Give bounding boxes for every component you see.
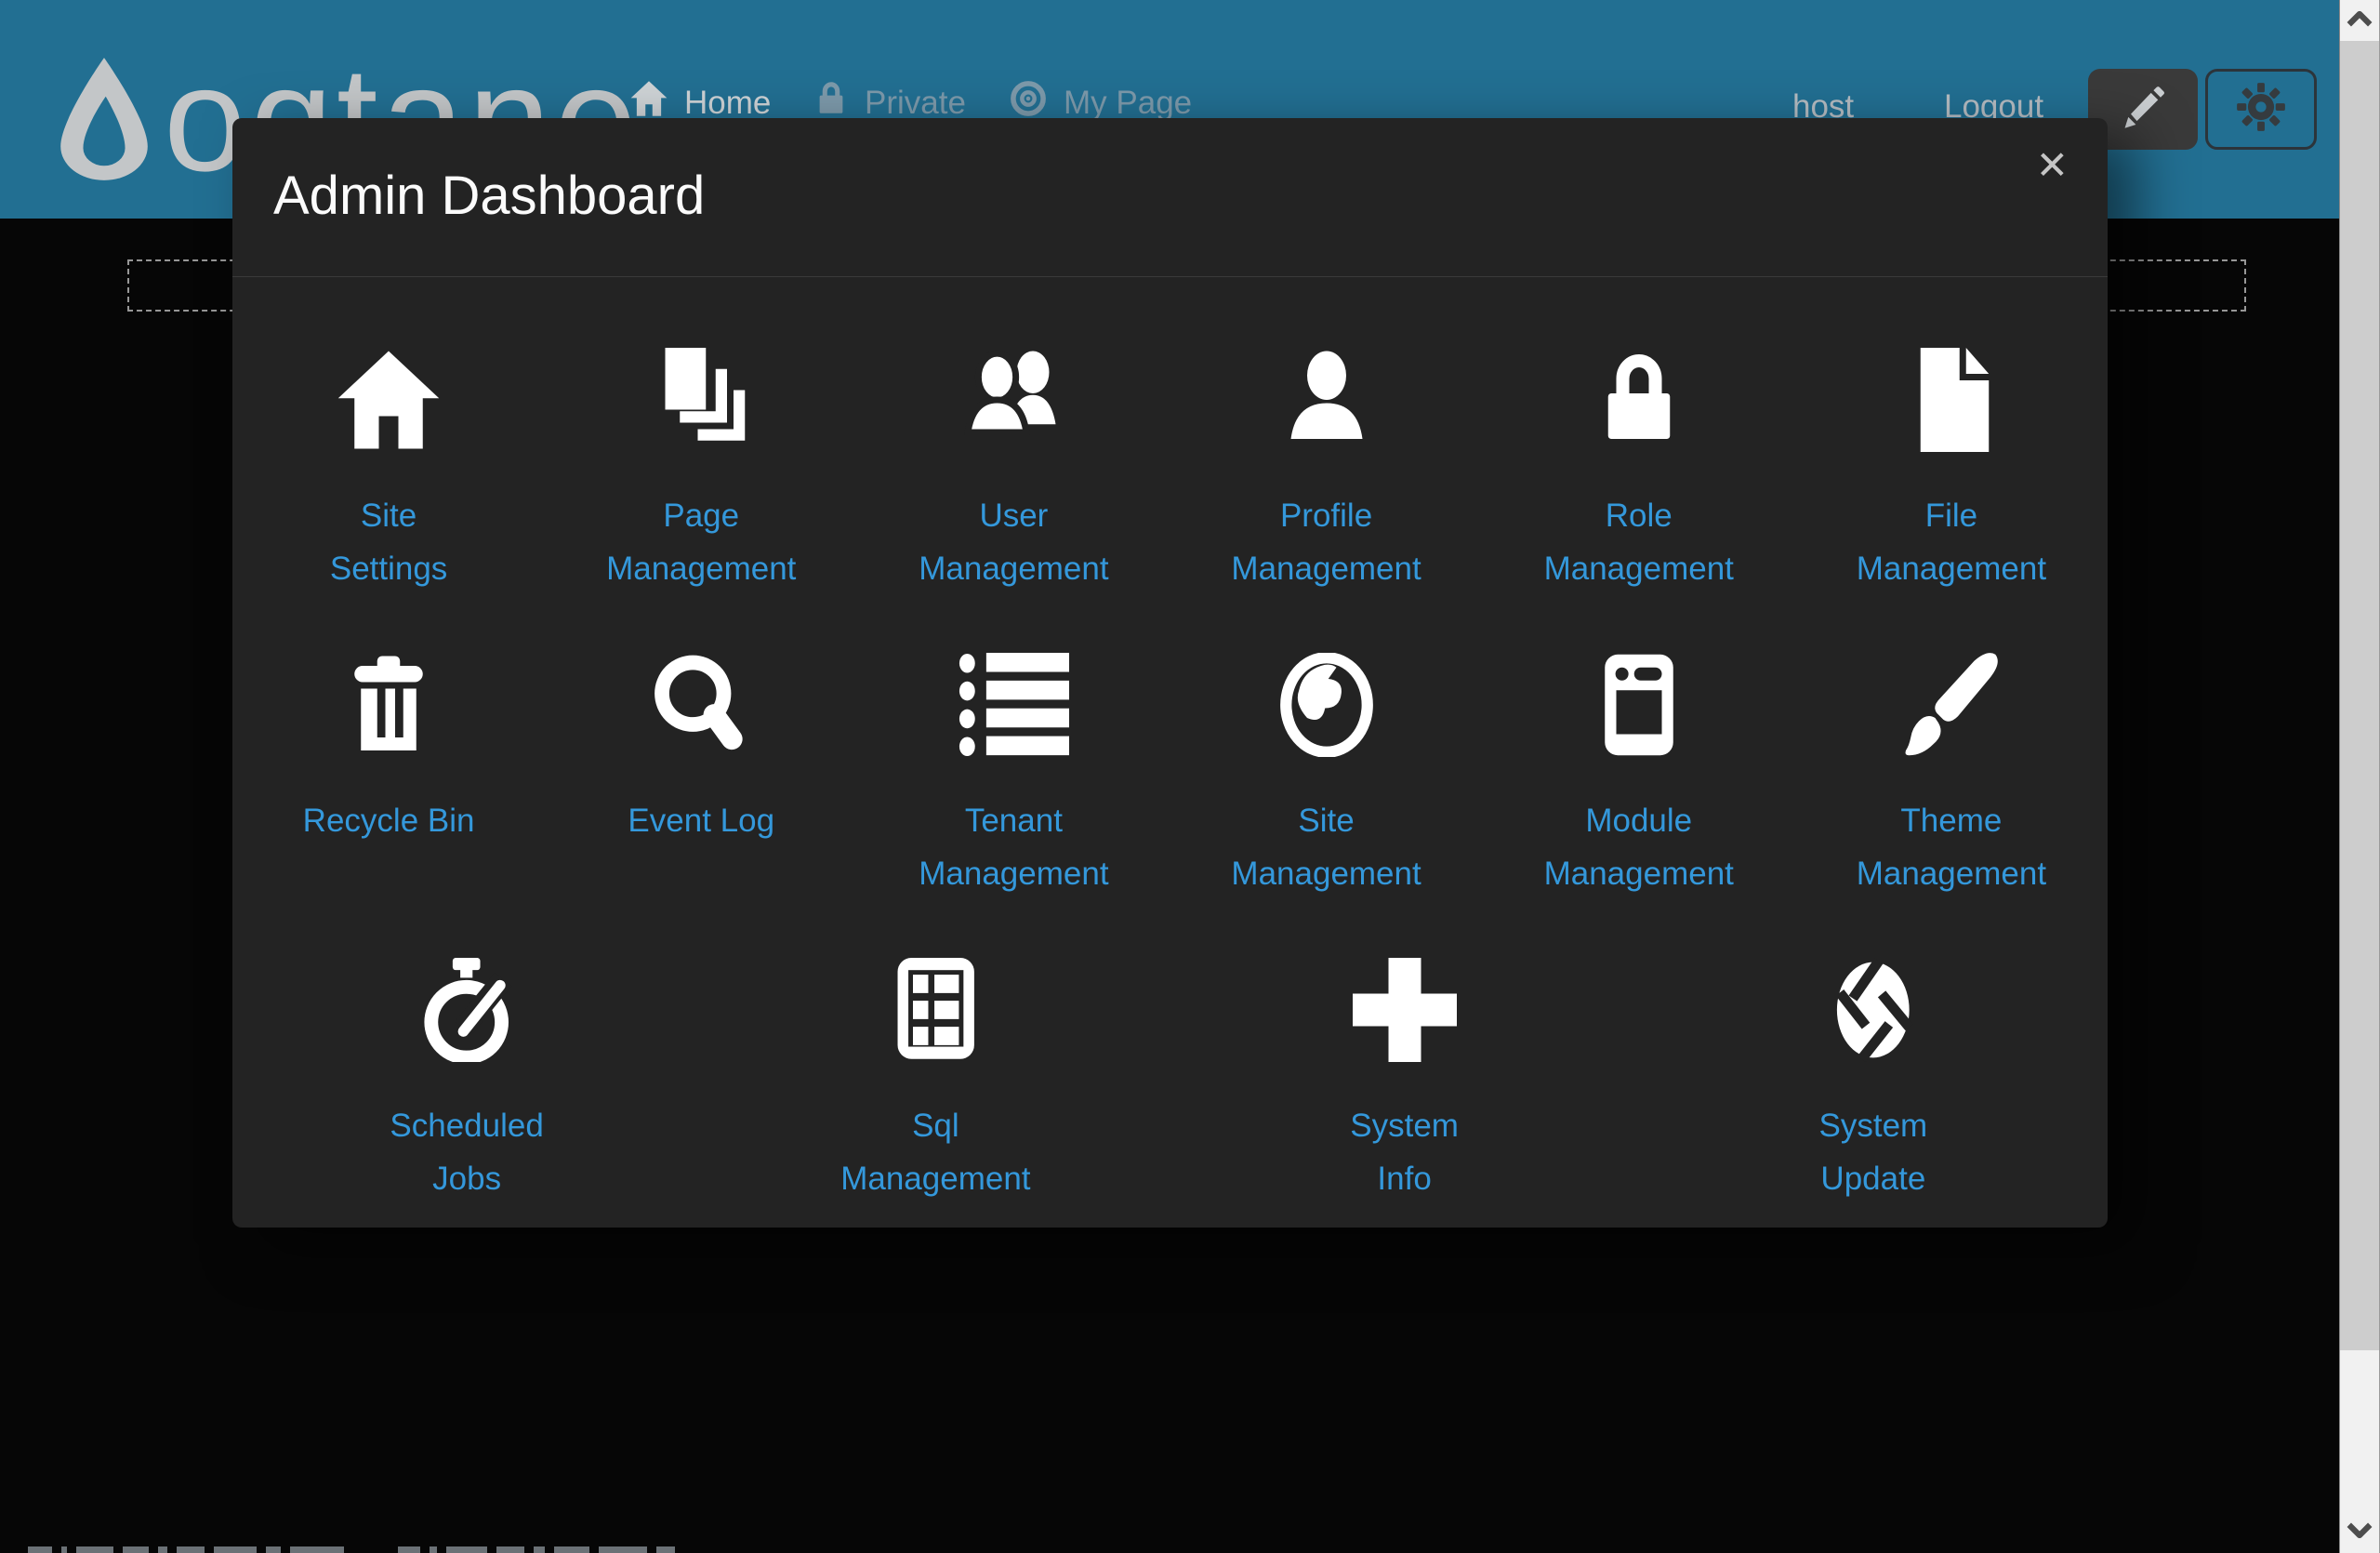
home-icon	[337, 348, 441, 452]
droplet-icon	[56, 54, 152, 189]
lock-icon	[1587, 348, 1691, 452]
tile-label: Sql Management	[840, 1099, 1030, 1205]
users-icon	[955, 348, 1072, 452]
tile-system-update[interactable]: System Update	[1639, 958, 2108, 1263]
scrollbar-thumb[interactable]	[2340, 41, 2379, 1350]
trash-icon	[337, 653, 441, 757]
tile-tenant-management[interactable]: Tenant Management	[857, 653, 1170, 958]
tile-label: System Info	[1350, 1099, 1459, 1205]
tile-recycle-bin[interactable]: Recycle Bin	[232, 653, 545, 958]
tile-site-management[interactable]: Site Management	[1170, 653, 1482, 958]
tile-sql-management[interactable]: Sql Management	[701, 958, 1170, 1263]
window-icon	[1587, 653, 1691, 757]
tile-label: Theme Management	[1857, 794, 2046, 900]
tile-label: System Update	[1819, 1099, 1928, 1205]
nav-label: Private	[865, 85, 966, 122]
tile-label: Role Management	[1544, 489, 1734, 595]
nav-label: My Page	[1064, 85, 1192, 122]
tile-event-log[interactable]: Event Log	[545, 653, 857, 958]
tile-label: Profile Management	[1231, 489, 1421, 595]
close-icon[interactable]: ✕	[2036, 146, 2069, 185]
list-icon	[959, 653, 1069, 757]
tile-role-management[interactable]: Role Management	[1483, 348, 1795, 653]
pages-icon	[649, 348, 753, 452]
magnifier-icon	[649, 653, 753, 757]
pencil-icon	[2119, 83, 2167, 136]
tile-module-management[interactable]: Module Management	[1483, 653, 1795, 958]
globe-icon	[1275, 653, 1379, 757]
tile-row: Site Settings Page Management User Managem…	[232, 348, 2108, 653]
settings-button[interactable]	[2205, 69, 2317, 150]
tile-label: Page Management	[606, 489, 796, 595]
tile-system-info[interactable]: System Info	[1170, 958, 1639, 1263]
timer-icon	[417, 958, 515, 1062]
tile-site-settings[interactable]: Site Settings	[232, 348, 545, 653]
file-icon	[1899, 348, 2003, 452]
tile-label: File Management	[1857, 489, 2046, 595]
admin-dashboard-modal: Admin Dashboard ✕ Site Settings Page Mana…	[232, 118, 2108, 1228]
chevron-down-icon	[2346, 1522, 2373, 1544]
scroll-down-button[interactable]	[2340, 1512, 2379, 1553]
tile-row: Scheduled Jobs Sql Management System Info S…	[232, 958, 2108, 1263]
tile-user-management[interactable]: User Management	[857, 348, 1170, 653]
tile-label: Site Settings	[330, 489, 447, 595]
tile-label: User Management	[919, 489, 1108, 595]
tile-scheduled-jobs[interactable]: Scheduled Jobs	[232, 958, 701, 1263]
clipped-pane-label	[28, 1546, 344, 1553]
user-icon	[1275, 348, 1379, 452]
page: oqtane Home Private	[0, 0, 2380, 1553]
tile-label: Tenant Management	[919, 794, 1108, 900]
gear-icon	[2236, 82, 2286, 137]
vertical-scrollbar	[2339, 0, 2380, 1553]
tile-label: Event Log	[628, 794, 774, 847]
modal-header: Admin Dashboard ✕	[232, 118, 2108, 277]
tile-label: Scheduled Jobs	[390, 1099, 543, 1205]
aperture-icon	[1827, 958, 1920, 1062]
tile-theme-management[interactable]: Theme Management	[1795, 653, 2108, 958]
tile-row: Recycle Bin Event Log Tenant Management Sit…	[232, 653, 2108, 958]
clipped-pane-label	[398, 1546, 675, 1553]
admin-tile-grid: Site Settings Page Management User Managem…	[232, 277, 2108, 1263]
tile-page-management[interactable]: Page Management	[545, 348, 857, 653]
brush-icon	[1899, 653, 2003, 757]
scroll-up-button[interactable]	[2340, 0, 2379, 41]
tile-file-management[interactable]: File Management	[1795, 348, 2108, 653]
tile-profile-management[interactable]: Profile Management	[1170, 348, 1482, 653]
tile-label: Site Management	[1231, 794, 1421, 900]
plus-icon	[1353, 958, 1457, 1062]
tile-label: Module Management	[1544, 794, 1734, 900]
nav-label: Home	[684, 85, 771, 122]
tile-label: Recycle Bin	[303, 794, 475, 847]
chevron-up-icon	[2346, 10, 2373, 32]
table-icon	[887, 958, 985, 1062]
modal-title: Admin Dashboard	[273, 166, 705, 226]
